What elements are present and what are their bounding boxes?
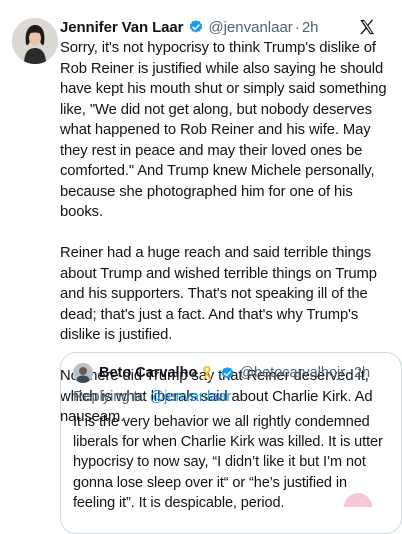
quoted-author-name[interactable]: Beto Carvalho — [99, 365, 197, 381]
replying-to-mention[interactable]: @jenvanlaar — [150, 389, 232, 405]
replying-to-label: Replying to — [73, 389, 146, 405]
quoted-post-timestamp[interactable]: 2h — [354, 365, 370, 381]
replying-to: Replying to @jenvanlaar — [73, 387, 389, 407]
quoted-author-handle[interactable]: @betocarvalhojr — [239, 365, 345, 381]
separator-dot: · — [294, 18, 300, 36]
post-timestamp[interactable]: 2h — [302, 19, 319, 36]
post-header: Jennifer Van Laar @jenvanlaar · 2h — [60, 16, 390, 38]
author-avatar[interactable] — [12, 18, 58, 64]
post-paragraph: Reiner had a huge reach and said terribl… — [60, 245, 377, 343]
post-paragraph: Sorry, it's not hypocrisy to think Trump… — [60, 40, 387, 220]
ribbon-icon — [201, 365, 213, 381]
quoted-post-text: It is the very behavior we all rightly c… — [73, 414, 383, 511]
quoted-post-header: Beto Carvalho @betocarvalhojr · 2h — [73, 363, 389, 383]
author-handle[interactable]: @jenvanlaar — [208, 19, 292, 36]
verified-badge-icon — [188, 19, 204, 35]
quoted-author-avatar[interactable] — [73, 363, 93, 383]
verified-badge-icon — [220, 366, 235, 381]
author-name[interactable]: Jennifer Van Laar — [60, 19, 183, 36]
separator-dot: · — [347, 365, 352, 381]
